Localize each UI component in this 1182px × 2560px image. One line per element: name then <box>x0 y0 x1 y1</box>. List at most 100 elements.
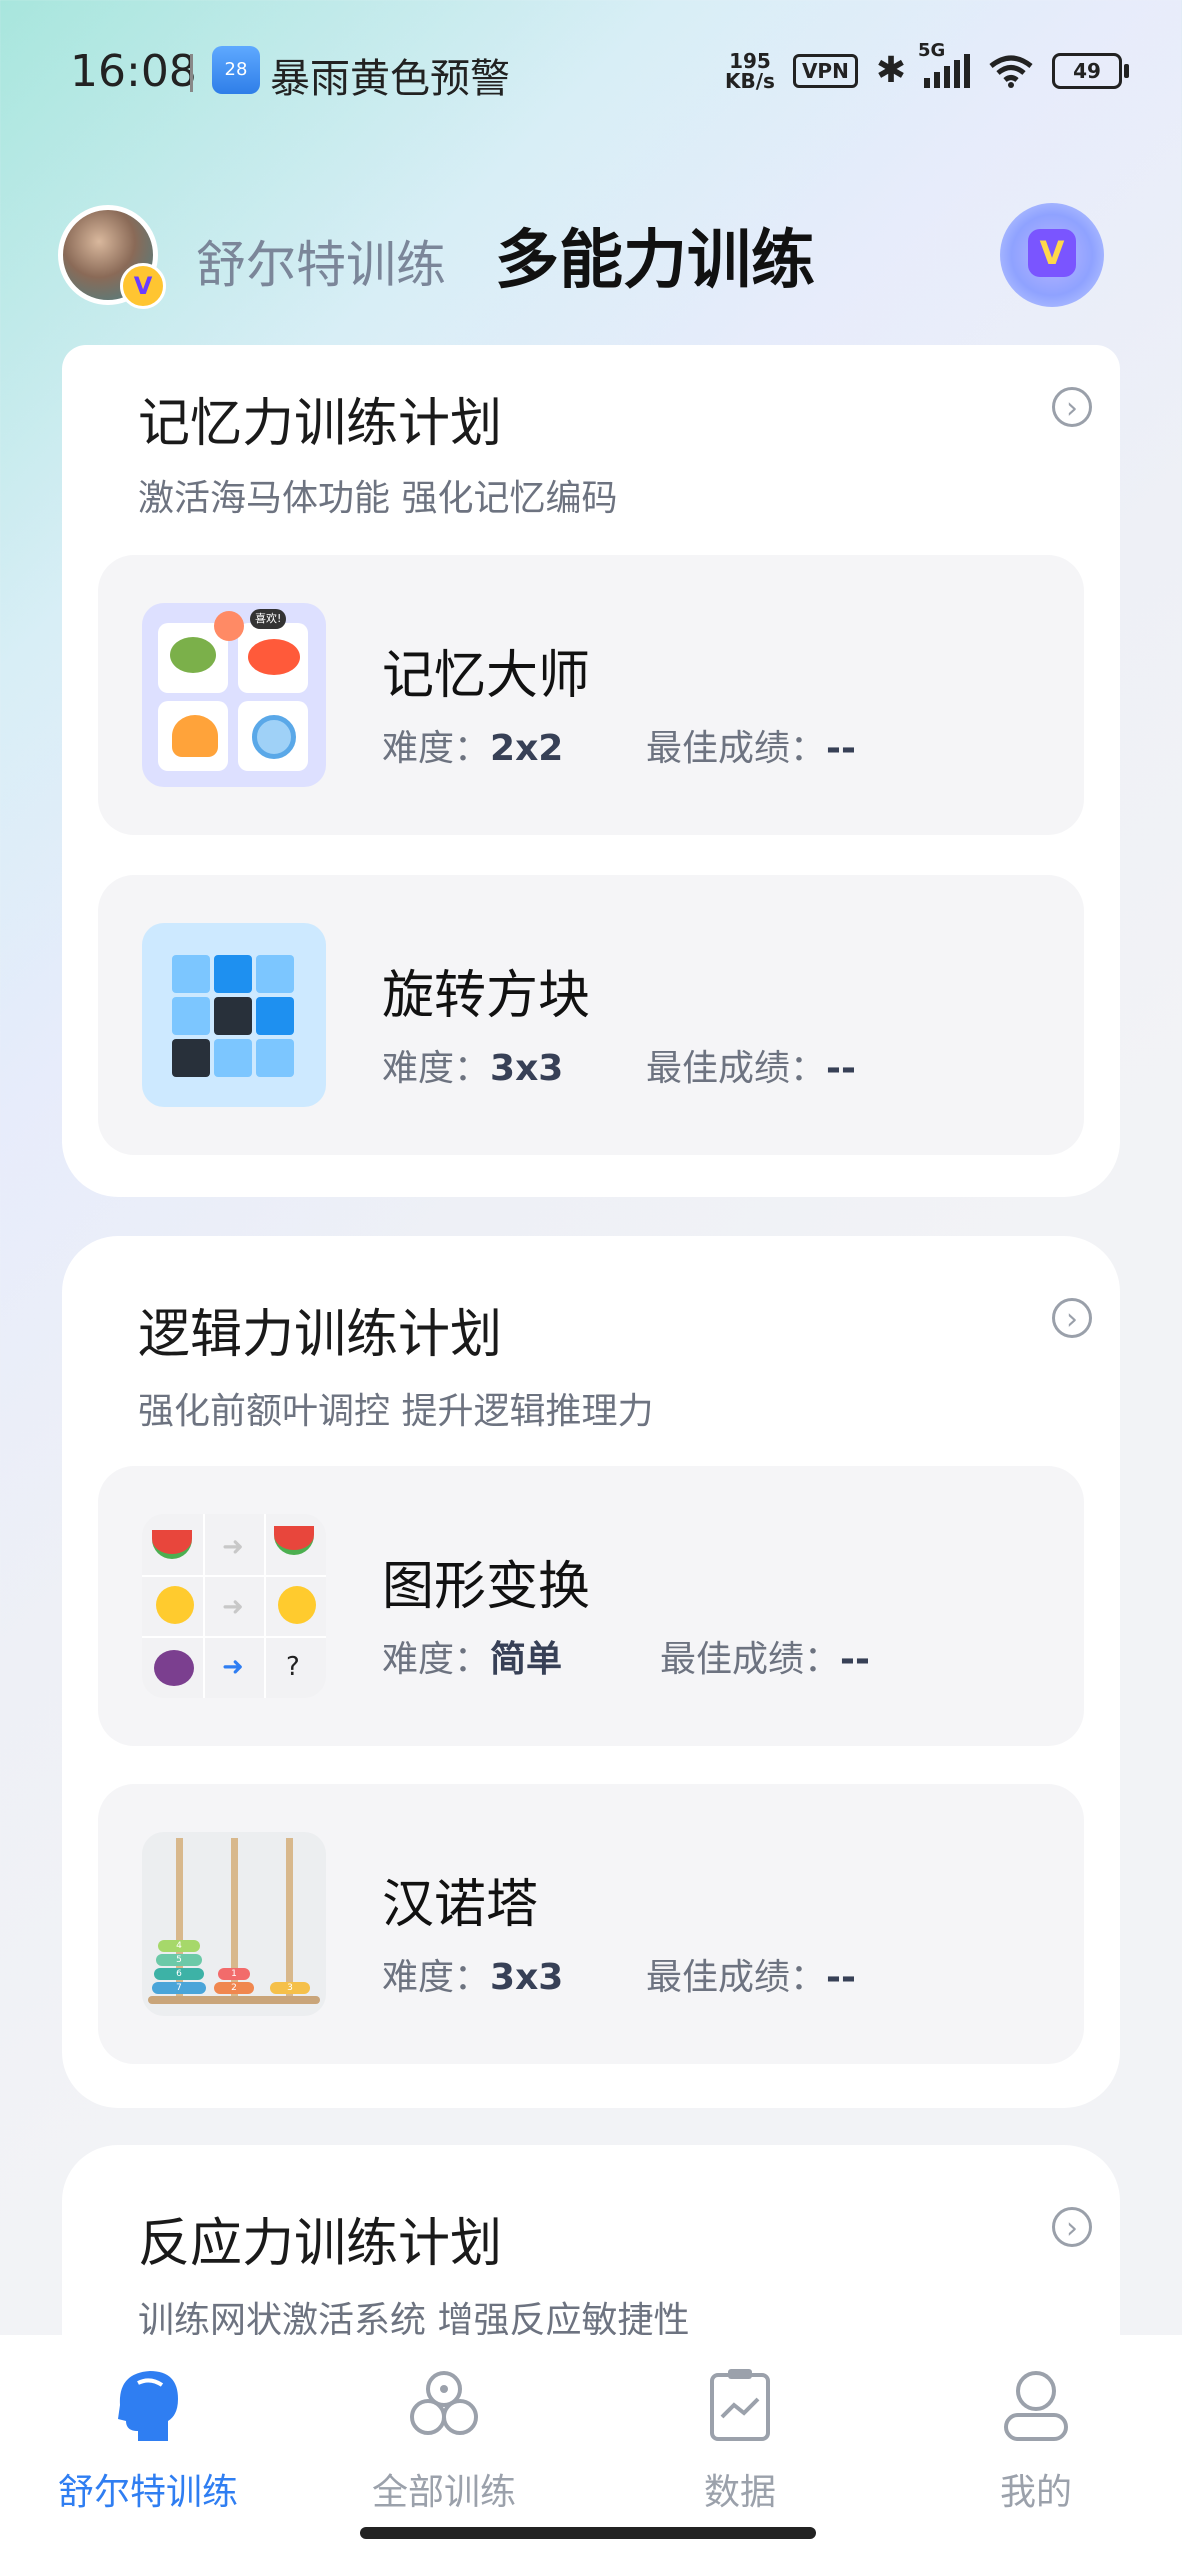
item-best-score: 最佳成绩：-- <box>646 719 856 771</box>
item-best-score: 最佳成绩：-- <box>646 1948 856 2000</box>
best-label: 最佳成绩： <box>646 1957 827 1998</box>
battery-icon: 49 <box>1052 52 1129 89</box>
bluetooth-icon: ✱ <box>875 50 906 91</box>
status-bar: 16:08 28 暴雨黄色预警 195 KB/s VPN ✱ 5G 49 <box>0 0 1182 150</box>
difficulty-label: 难度： <box>382 728 491 769</box>
plan-card-memory: 记忆力训练计划 › 激活海马体功能 强化记忆编码 喜欢! 记忆大师 难度：2x2… <box>62 345 1120 1197</box>
weather-icon: 28 <box>212 46 260 94</box>
hanoi-tower-thumbnail: 4 5 6 7 1 2 3 <box>142 1832 326 2016</box>
difficulty-label: 难度： <box>382 1048 491 1089</box>
plan-subtitle: 强化前额叶调控 提升逻辑推理力 <box>138 1391 654 1432</box>
difficulty-label: 难度： <box>382 1639 491 1680</box>
nav-all-training[interactable]: 全部训练 <box>296 2335 592 2535</box>
difficulty-value: 3x3 <box>490 1048 564 1089</box>
speed-unit: KB/s <box>725 68 775 93</box>
plan-title: 逻辑力训练计划 <box>138 1305 503 1365</box>
vip-icon[interactable]: V <box>1000 203 1104 307</box>
item-difficulty: 难度：3x3 <box>382 1948 563 2000</box>
shape-transform-thumbnail: ➜ ➜ ➜ ? <box>142 1514 326 1698</box>
crab-icon <box>248 639 300 675</box>
disk: 7 <box>152 1982 206 1994</box>
disk: 1 <box>218 1968 250 1980</box>
training-item-memory-master[interactable]: 喜欢! 记忆大师 难度：2x2 最佳成绩：-- <box>98 555 1084 835</box>
best-value: -- <box>826 1957 856 1998</box>
network-speed: 195 KB/s <box>725 51 775 91</box>
orange-icon <box>278 1586 316 1624</box>
training-item-shape-transform[interactable]: ➜ ➜ ➜ ? 图形变换 难度：简单 最佳成绩：-- <box>98 1466 1084 1746</box>
memory-master-thumbnail: 喜欢! <box>142 603 326 787</box>
best-label: 最佳成绩： <box>646 728 827 769</box>
disk: 6 <box>154 1968 204 1980</box>
plan-title: 记忆力训练计划 <box>138 394 503 454</box>
nav-label: 全部训练 <box>371 2472 516 2513</box>
training-item-hanoi-tower[interactable]: 4 5 6 7 1 2 3 汉诺塔 难度：3x3 最佳成绩：-- <box>98 1784 1084 2064</box>
watermelon-icon <box>274 1526 314 1555</box>
training-item-rotate-blocks[interactable]: 旋转方块 难度：3x3 最佳成绩：-- <box>98 875 1084 1155</box>
shell-icon <box>172 715 218 757</box>
disk: 4 <box>158 1940 200 1952</box>
vip-v-badge-icon: V <box>120 263 166 309</box>
disk: 5 <box>156 1954 202 1966</box>
profile-icon <box>1004 2371 1068 2441</box>
difficulty-value: 简单 <box>490 1639 563 1680</box>
nav-schulte[interactable]: 舒尔特训练 <box>0 2335 296 2535</box>
nav-label: 我的 <box>999 2472 1072 2513</box>
wifi-icon <box>989 55 1033 88</box>
plan-subtitle: 激活海马体功能 强化记忆编码 <box>138 478 618 519</box>
mangosteen-icon <box>154 1650 194 1686</box>
item-difficulty: 难度：2x2 <box>382 719 563 771</box>
network-type: 5G <box>918 39 946 61</box>
speed-value: 195 <box>729 48 771 73</box>
all-training-icon <box>410 2371 478 2435</box>
status-time: 16:08 <box>70 46 197 97</box>
smiley-icon <box>214 611 244 641</box>
home-indicator[interactable] <box>360 2527 816 2539</box>
tab-multi-ability[interactable]: 多能力训练 <box>495 209 815 301</box>
chevron-right-icon[interactable]: › <box>1052 1298 1092 1338</box>
signal-icon: 5G <box>918 40 970 88</box>
disk: 2 <box>214 1982 254 1994</box>
nav-mine[interactable]: 我的 <box>888 2335 1182 2535</box>
item-name: 记忆大师 <box>382 646 591 706</box>
plan-card-logic: 逻辑力训练计划 › 强化前额叶调控 提升逻辑推理力 ➜ ➜ ➜ ? 图形变换 难… <box>62 1236 1120 2108</box>
arrow-right-icon: ➜ <box>222 1532 244 1562</box>
tab-schulte[interactable]: 舒尔特训练 <box>196 225 446 297</box>
brain-head-icon <box>118 2371 178 2441</box>
best-label: 最佳成绩： <box>646 1048 827 1089</box>
plan-title: 反应力训练计划 <box>138 2214 503 2274</box>
status-icons: 195 KB/s VPN ✱ 5G 49 <box>725 40 1129 91</box>
watermelon-icon <box>152 1530 192 1559</box>
item-difficulty: 难度：3x3 <box>382 1039 563 1091</box>
difficulty-value: 2x2 <box>490 728 564 769</box>
item-name: 旋转方块 <box>382 966 591 1026</box>
weather-alert: 暴雨黄色预警 <box>270 56 510 102</box>
disk: 3 <box>270 1982 310 1994</box>
orange-icon <box>156 1586 194 1624</box>
item-best-score: 最佳成绩：-- <box>660 1630 870 1682</box>
item-difficulty: 难度：简单 <box>382 1630 562 1682</box>
question-mark: ? <box>286 1652 300 1682</box>
best-value: -- <box>826 1048 856 1089</box>
nav-label: 舒尔特训练 <box>57 2472 238 2513</box>
difficulty-label: 难度： <box>382 1957 491 1998</box>
vpn-icon: VPN <box>792 53 858 88</box>
arrow-right-icon: ➜ <box>222 1652 244 1682</box>
nav-data[interactable]: 数据 <box>592 2335 888 2535</box>
snail-shell-icon <box>252 715 296 759</box>
best-value: -- <box>826 728 856 769</box>
data-clipboard-icon <box>710 2369 770 2441</box>
item-name: 汉诺塔 <box>382 1875 539 1935</box>
speech-bubble: 喜欢! <box>250 609 287 629</box>
turtle-icon <box>170 637 216 673</box>
best-value: -- <box>840 1639 870 1680</box>
item-name: 图形变换 <box>382 1557 591 1617</box>
best-label: 最佳成绩： <box>660 1639 841 1680</box>
chevron-right-icon[interactable]: › <box>1052 387 1092 427</box>
nav-label: 数据 <box>703 2472 776 2513</box>
item-best-score: 最佳成绩：-- <box>646 1039 856 1091</box>
chevron-right-icon[interactable]: › <box>1052 2207 1092 2247</box>
status-separator <box>190 54 193 92</box>
rotate-blocks-thumbnail <box>142 923 326 1107</box>
top-header: V 舒尔特训练 多能力训练 V <box>0 195 1182 325</box>
difficulty-value: 3x3 <box>490 1957 564 1998</box>
